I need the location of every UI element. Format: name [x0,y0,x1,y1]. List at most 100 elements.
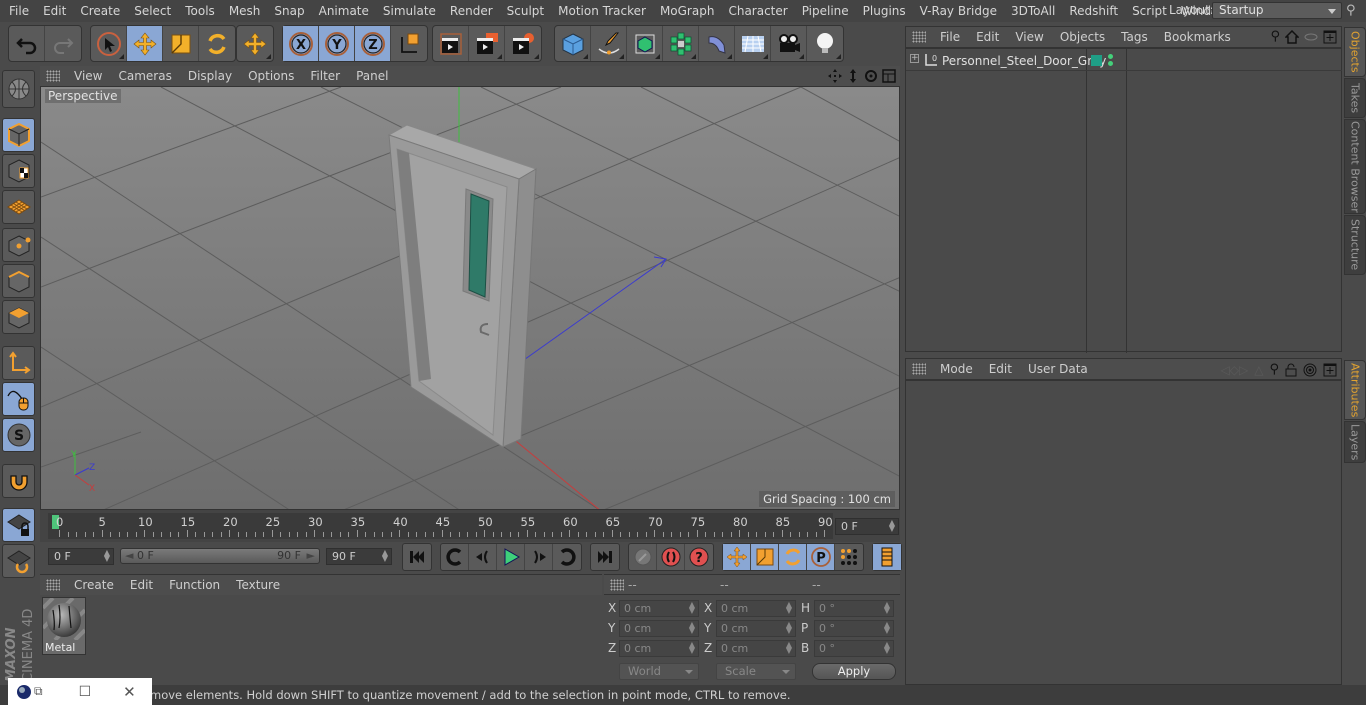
size-x-field[interactable]: 0 cm ▲ ▼ [716,600,796,617]
attributes-menu-edit[interactable]: Edit [981,362,1020,376]
panel-grip[interactable] [912,31,926,43]
menu-pipeline[interactable]: Pipeline [795,4,856,18]
panel-grip[interactable] [46,579,60,591]
apply-button[interactable]: Apply [812,663,896,680]
x-axis-lock-button[interactable]: X [283,26,319,61]
rotation-h-field[interactable]: 0 ° ▲ ▼ [814,600,894,617]
polygons-mode-button[interactable] [2,300,35,334]
key-pla-button[interactable] [835,544,863,570]
viewport-menu-panel[interactable]: Panel [348,69,396,83]
material-menu-create[interactable]: Create [66,578,122,592]
record-keyframe-button[interactable] [629,544,657,570]
up-arrow-icon[interactable]: △ [1254,363,1263,377]
range-left-arrow-icon[interactable]: ◄ [125,549,133,563]
next-frame-button[interactable] [525,544,553,570]
menu-edit[interactable]: Edit [36,4,73,18]
light-button[interactable] [807,26,843,61]
play-button[interactable] [497,544,525,570]
expand-icon[interactable]: + [910,54,919,63]
key-scale-button[interactable] [751,544,779,570]
viewport-menu-cameras[interactable]: Cameras [110,69,179,83]
objects-menu-edit[interactable]: Edit [968,30,1007,44]
go-to-end-button[interactable] [591,544,619,570]
start-frame-field[interactable]: 0 F ▲ ▼ [48,548,114,565]
key-rotation-button[interactable] [779,544,807,570]
key-parameter-button[interactable]: P [807,544,835,570]
material-swatch[interactable]: Metal [42,597,86,655]
workplane-lock-button[interactable] [2,508,35,542]
previous-frame-button[interactable] [469,544,497,570]
camera-button[interactable] [771,26,807,61]
attributes-menu-user-data[interactable]: User Data [1020,362,1096,376]
close-icon[interactable]: ✕ [123,683,136,701]
material-menu-texture[interactable]: Texture [228,578,288,592]
menu-sculpt[interactable]: Sculpt [500,4,551,18]
viewport-menu-view[interactable]: View [66,69,110,83]
tweak-mode-button[interactable] [2,382,35,416]
cloner-button[interactable] [663,26,699,61]
timeline-window-button[interactable] [873,544,901,570]
search-icon[interactable]: ⚲ [1270,29,1280,44]
texture-mode-button[interactable] [2,154,35,188]
position-z-field[interactable]: 0 cm ▲ ▼ [619,640,699,657]
undo-button[interactable] [9,26,45,61]
z-axis-lock-button[interactable]: Z [355,26,391,61]
search-icon[interactable]: ⚲ [1346,3,1364,19]
objects-menu-bookmarks[interactable]: Bookmarks [1156,30,1239,44]
keyframe-selection-button[interactable]: ? [685,544,713,570]
size-mode-dropdown[interactable]: Scale [716,663,796,680]
editor-visibility-dot[interactable] [1108,54,1113,59]
eye-icon[interactable] [1304,30,1318,44]
viewport-menu-display[interactable]: Display [180,69,240,83]
edges-mode-button[interactable] [2,264,35,298]
autokey-button[interactable] [657,544,685,570]
menu-select[interactable]: Select [127,4,178,18]
objects-menu-objects[interactable]: Objects [1052,30,1113,44]
snap-button[interactable] [2,464,35,498]
object-row[interactable]: + 0 Personnel_Steel_Door_Grey [906,51,1342,71]
objects-menu-file[interactable]: File [932,30,968,44]
cube-button[interactable] [555,26,591,61]
menu-simulate[interactable]: Simulate [376,4,443,18]
column-divider[interactable] [1086,49,1087,353]
lock-icon[interactable] [1285,363,1297,377]
solo-mode-button[interactable]: S [2,418,35,452]
menu-mograph[interactable]: MoGraph [653,4,722,18]
size-y-field[interactable]: 0 cm ▲ ▼ [716,620,796,637]
zoom-icon[interactable] [846,69,860,83]
material-menu-edit[interactable]: Edit [122,578,161,592]
live-selection-button[interactable] [91,26,127,61]
end-frame-field[interactable]: 90 F ▲ ▼ [326,548,392,565]
menu-motion-tracker[interactable]: Motion Tracker [551,4,653,18]
key-position-button[interactable] [723,544,751,570]
rotation-p-field[interactable]: 0 ° ▲ ▼ [814,620,894,637]
go-to-start-button[interactable] [403,544,431,570]
menu-animate[interactable]: Animate [312,4,376,18]
menu-3dtoall[interactable]: 3DToAll [1004,4,1062,18]
layer-color-tag[interactable] [1091,55,1102,66]
points-mode-button[interactable] [2,228,35,262]
menu-file[interactable]: File [0,4,36,18]
home-icon[interactable] [1285,29,1299,44]
viewport-menu-options[interactable]: Options [240,69,302,83]
pan-icon[interactable] [828,69,842,83]
floor-button[interactable] [735,26,771,61]
cinema4d-app-icon[interactable] [16,684,32,700]
viewport-menu-filter[interactable]: Filter [302,69,348,83]
toggle-layout-icon[interactable] [882,69,896,83]
workplane-mode-button[interactable] [2,190,35,224]
menu-vray-bridge[interactable]: V-Ray Bridge [913,4,1004,18]
material-menu-function[interactable]: Function [161,578,228,592]
menu-plugins[interactable]: Plugins [856,4,913,18]
y-axis-lock-button[interactable]: Y [319,26,355,61]
rotate-tool-button[interactable] [199,26,235,61]
tab-layers[interactable]: Layers [1344,421,1366,463]
menu-create[interactable]: Create [73,4,127,18]
menu-redshift[interactable]: Redshift [1062,4,1125,18]
tab-takes[interactable]: Takes [1344,78,1366,118]
menu-tools[interactable]: Tools [178,4,222,18]
current-frame-field[interactable]: 0 F ▲ ▼ [835,518,899,535]
tab-content-browser[interactable]: Content Browser [1344,119,1366,214]
previous-key-button[interactable] [441,544,469,570]
rotation-b-field[interactable]: 0 ° ▲ ▼ [814,640,894,657]
